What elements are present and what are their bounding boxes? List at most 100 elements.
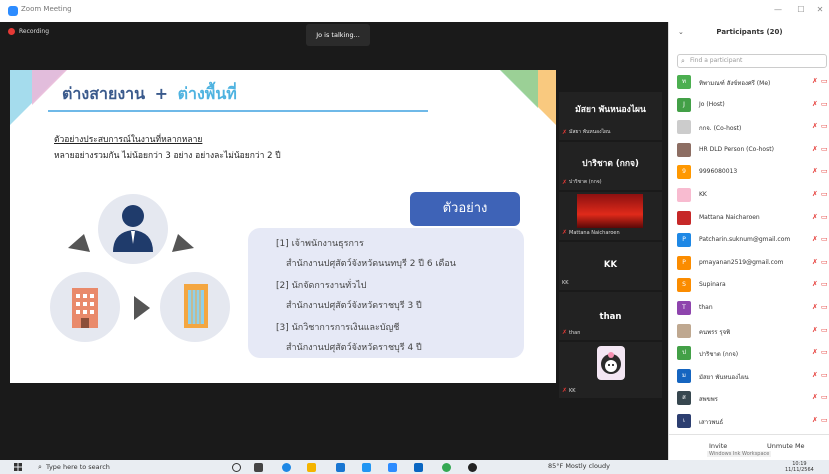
muted-mic-icon[interactable]: ✗ (812, 258, 818, 266)
video-tile[interactable]: KK KK (559, 242, 662, 290)
participant-row[interactable]: ส สพขพร ✗ ▭ (677, 390, 829, 406)
recording-label: Recording (19, 28, 50, 35)
video-off-icon[interactable]: ▭ (821, 303, 828, 311)
muted-mic-icon[interactable]: ✗ (812, 100, 818, 108)
participant-row[interactable]: ม มัสยา พันหนองไผน ✗ ▭ (677, 368, 829, 384)
video-off-icon[interactable]: ▭ (821, 280, 828, 288)
muted-mic-icon[interactable]: ✗ (812, 235, 818, 243)
zoom-taskbar-icon[interactable] (388, 463, 397, 472)
weather-widget[interactable]: 85°F Mostly cloudy (548, 462, 610, 470)
muted-mic-icon[interactable]: ✗ (812, 416, 818, 424)
video-off-icon[interactable]: ▭ (821, 258, 828, 266)
title-bar: Zoom Meeting — ☐ ✕ (0, 0, 829, 22)
participant-row[interactable]: HR DLD Person (Co-host) ✗ ▭ (677, 142, 829, 158)
participant-avatar: P (677, 233, 691, 248)
video-off-icon[interactable]: ▭ (821, 393, 828, 401)
muted-mic-icon[interactable]: ✗ (812, 77, 818, 85)
participant-row[interactable]: ป ปาริชาต (กกจ) ✗ ▭ (677, 345, 829, 361)
store-icon[interactable] (336, 463, 345, 472)
recording-indicator[interactable]: Recording (8, 28, 49, 35)
muted-mic-icon[interactable]: ✗ (812, 190, 818, 198)
participant-row[interactable]: Tthan ✗ ▭ (677, 300, 829, 316)
windows-start-icon[interactable] (14, 463, 22, 471)
muted-mic-icon[interactable]: ✗ (812, 167, 818, 175)
participant-avatar (677, 323, 691, 338)
video-off-icon[interactable]: ▭ (821, 167, 828, 175)
muted-mic-icon[interactable]: ✗ (812, 371, 818, 379)
app-icon[interactable] (414, 463, 423, 472)
cortana-icon[interactable] (232, 463, 241, 472)
participant-row[interactable]: Ppmayanan2519@gmail.com ✗ ▭ (677, 255, 829, 271)
muted-mic-icon[interactable]: ✗ (812, 213, 818, 221)
task-view-icon[interactable] (254, 463, 263, 472)
list-item: สำนักงานปศุสัตว์จังหวัดราชบุรี 4 ปี (286, 343, 422, 353)
participant-name: กกจ. (Co-host) (699, 125, 742, 133)
app-icon[interactable] (468, 463, 477, 472)
edge-icon[interactable] (282, 463, 291, 472)
muted-mic-icon[interactable]: ✗ (812, 280, 818, 288)
participant-row[interactable]: KK ✗ ▭ (677, 187, 829, 203)
participant-name: pmayanan2519@gmail.com (699, 258, 784, 266)
muted-mic-icon[interactable]: ✗ (812, 145, 818, 153)
participant-row[interactable]: กกจ. (Co-host) ✗ ▭ (677, 119, 829, 135)
participant-row[interactable]: 9 9996080013 ✗ ▭ (677, 164, 829, 180)
video-off-icon[interactable]: ▭ (821, 416, 828, 424)
close-icon[interactable]: ✕ (814, 5, 826, 14)
participant-row[interactable]: ท ทิพามณฑ์ สังข์ทองศรี (Me) ✗ ▭ (677, 74, 829, 90)
tile-label: ✗ มัสยา พันหนองไผน (562, 128, 611, 136)
video-off-icon[interactable]: ▭ (821, 326, 828, 334)
video-off-icon[interactable]: ▭ (821, 235, 828, 243)
muted-mic-icon[interactable]: ✗ (812, 348, 818, 356)
video-off-icon[interactable]: ▭ (821, 348, 828, 356)
maximize-icon[interactable]: ☐ (795, 5, 807, 14)
muted-mic-icon[interactable]: ✗ (812, 393, 818, 401)
participant-avatar: S (677, 278, 691, 293)
participant-name: KK (699, 191, 707, 198)
decor-shape (500, 70, 538, 108)
cycle-arrows (68, 234, 194, 320)
invite-button[interactable]: Invite (709, 442, 727, 450)
video-tile[interactable]: ✗ Mattana Naicharoen (559, 192, 662, 240)
record-icon (8, 28, 15, 35)
participant-search-input[interactable]: ⌕ Find a participant (677, 54, 827, 68)
list-item: [3] นักวิชาการการเงินและบัญชี (276, 323, 400, 333)
file-explorer-icon[interactable] (307, 463, 316, 472)
minimize-icon[interactable]: — (772, 5, 784, 14)
participant-row[interactable]: Mattana Naicharoen ✗ ▭ (677, 210, 829, 226)
video-off-icon[interactable]: ▭ (821, 371, 828, 379)
video-off-icon[interactable]: ▭ (821, 190, 828, 198)
video-off-icon[interactable]: ▭ (821, 145, 828, 153)
taskbar-search-input[interactable]: ⌕ Type here to search (36, 461, 216, 473)
unmute-me-button[interactable]: Unmute Me (767, 442, 805, 450)
muted-mic-icon: ✗ (562, 128, 568, 136)
participant-row[interactable]: เ เสาวพนธ์ ✗ ▭ (677, 413, 829, 429)
video-off-icon[interactable]: ▭ (821, 213, 828, 221)
tile-name: than (599, 312, 622, 322)
muted-mic-icon[interactable]: ✗ (812, 303, 818, 311)
chrome-icon[interactable] (442, 463, 451, 472)
list-item: สำนักงานปศุสัตว์จังหวัดนนทบุรี 2 ปี 6 เด… (286, 259, 456, 269)
system-clock[interactable]: 10:19 11/11/2564 (785, 461, 814, 473)
participant-avatar (677, 210, 691, 225)
participant-row[interactable]: J Jo (Host) ✗ ▭ (677, 97, 829, 113)
participant-row[interactable]: P Patcharin.suknum@gmail.com ✗ ▭ (677, 232, 829, 248)
app-icon[interactable] (362, 463, 371, 472)
muted-mic-icon[interactable]: ✗ (812, 326, 818, 334)
video-off-icon[interactable]: ▭ (821, 100, 828, 108)
arrow-icon (68, 234, 90, 252)
video-tile[interactable]: มัสยา พันหนองไผน ✗ มัสยา พันหนองไผน (559, 92, 662, 140)
video-off-icon[interactable]: ▭ (821, 77, 828, 85)
video-off-icon[interactable]: ▭ (821, 122, 828, 130)
muted-mic-icon: ✗ (562, 329, 568, 336)
muted-mic-icon[interactable]: ✗ (812, 122, 818, 130)
video-tile[interactable]: ✗ KK (559, 342, 662, 398)
participant-row[interactable]: S Supinara ✗ ▭ (677, 277, 829, 293)
muted-mic-icon: ✗ (562, 387, 568, 394)
participant-avatar: P (677, 255, 691, 270)
participant-avatar: ป (677, 346, 691, 361)
video-tile[interactable]: ปาริชาต (กกจ) ✗ ปาริชาต (กกจ) (559, 142, 662, 190)
arrow-icon (134, 296, 150, 320)
tile-name: KK (603, 260, 618, 270)
video-tile[interactable]: than ✗ than (559, 292, 662, 340)
participant-row[interactable]: คนพรร รุจพิ ✗ ▭ (677, 323, 829, 339)
